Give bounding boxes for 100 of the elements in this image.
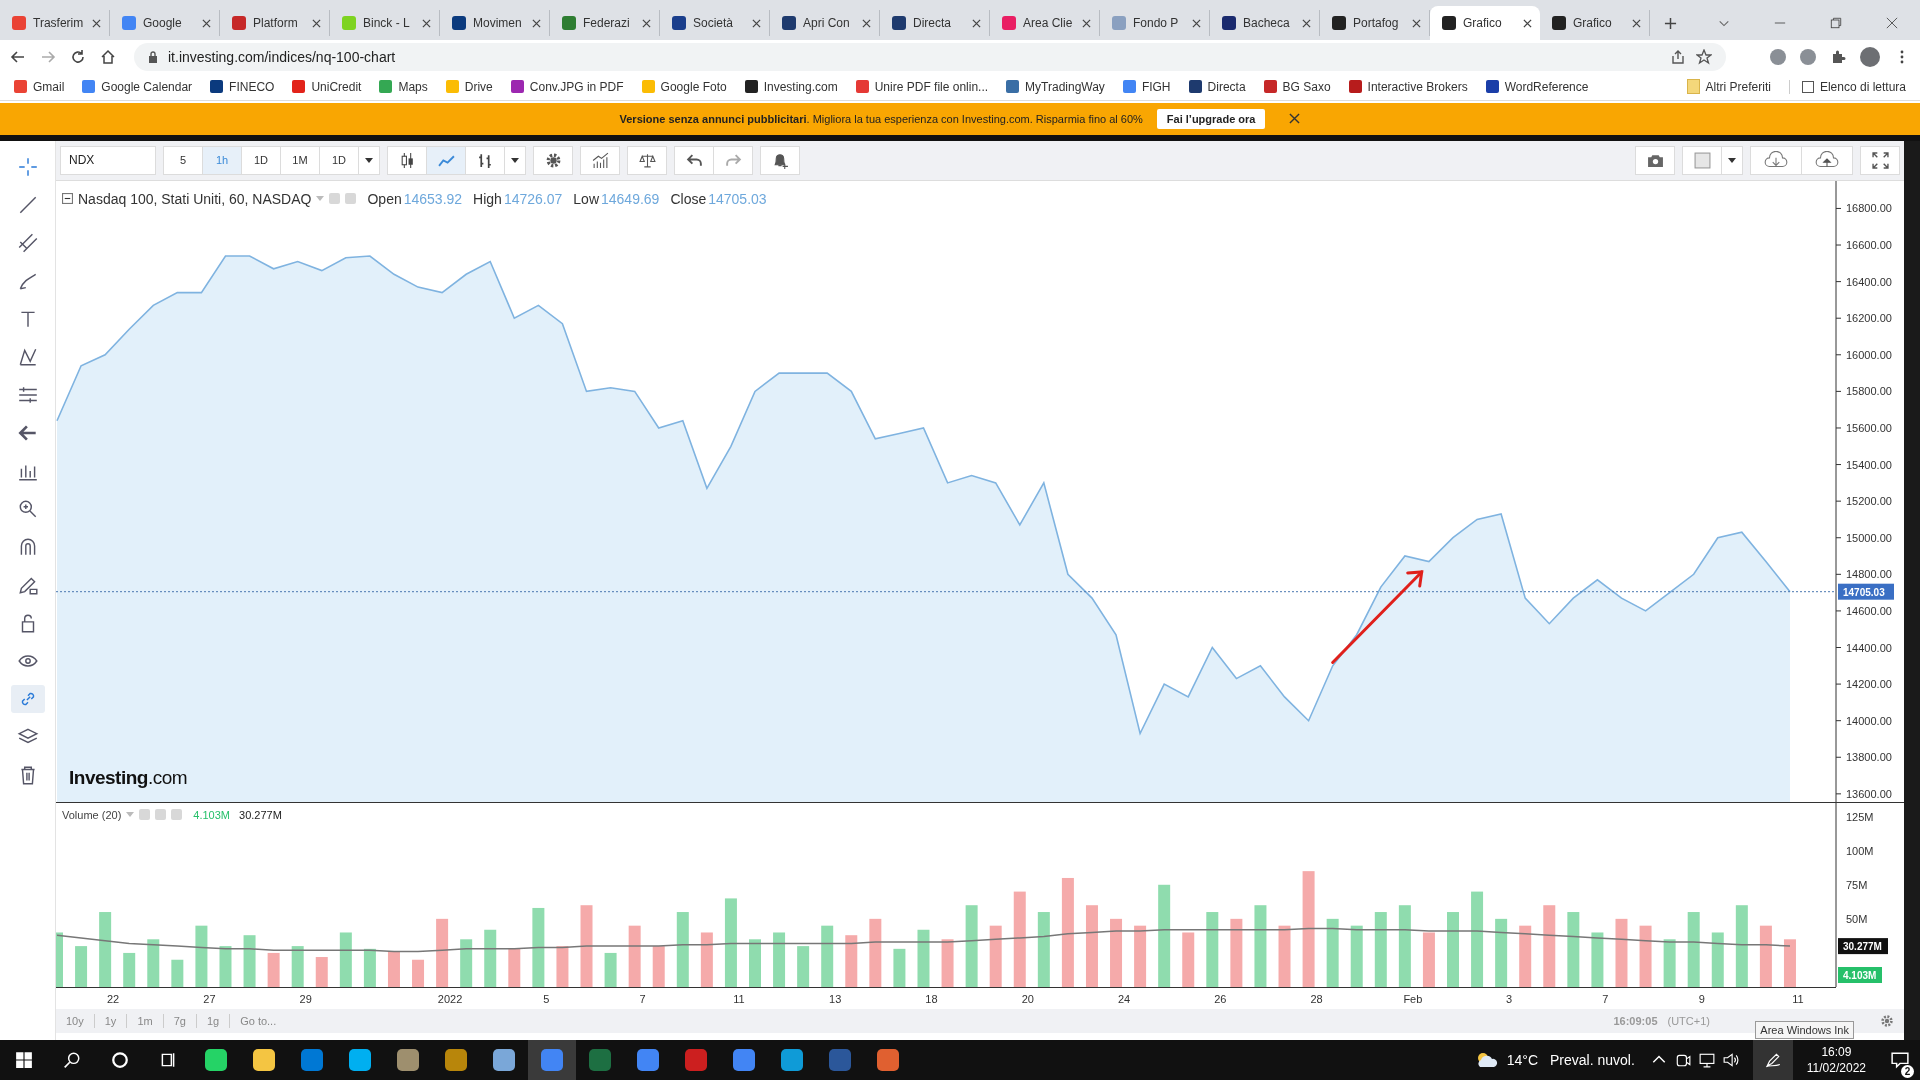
symbol-field[interactable]: NDX xyxy=(60,145,156,175)
reading-list[interactable]: Elenco di lettura xyxy=(1788,79,1906,94)
screenshot-button[interactable] xyxy=(1635,145,1675,175)
fullscreen-button[interactable] xyxy=(1860,145,1900,175)
bookmark[interactable]: Directa xyxy=(1188,79,1246,94)
axis-label: 14000.00 xyxy=(1846,714,1892,727)
notification-icon[interactable] xyxy=(1891,1051,1909,1069)
bookmark[interactable]: Gmail xyxy=(14,79,65,94)
app-icon[interactable] xyxy=(493,1049,515,1071)
address-bar[interactable]: it.investing.com/indices/nq-100-chart xyxy=(134,43,1726,71)
app-icon[interactable] xyxy=(733,1049,755,1071)
app-icon[interactable] xyxy=(445,1049,467,1071)
restore-icon[interactable] xyxy=(1830,17,1842,29)
browser-tab[interactable]: Bacheca xyxy=(1210,10,1320,36)
date-label: 29 xyxy=(299,992,312,1005)
volume-title[interactable]: Volume (20) xyxy=(62,808,122,821)
browser-tab[interactable]: Directa xyxy=(880,10,990,36)
extension-icon[interactable] xyxy=(1770,49,1786,65)
bookmark[interactable]: FIGH xyxy=(1122,79,1171,94)
dropdown-button[interactable] xyxy=(358,145,380,175)
bookmark[interactable]: Investing.com xyxy=(744,79,838,94)
interval-button[interactable]: 1D xyxy=(241,145,281,175)
browser-tab[interactable]: Società xyxy=(660,10,770,36)
bookmark[interactable]: MyTradingWay xyxy=(1006,79,1105,94)
new-tab-icon[interactable] xyxy=(1664,17,1677,30)
back-icon[interactable] xyxy=(10,49,26,65)
legend-title[interactable]: Nasdaq 100, Stati Uniti, 60, NASDAQ xyxy=(78,190,312,207)
browser-tab[interactable]: Federazi xyxy=(550,10,660,36)
app-icon[interactable] xyxy=(877,1049,899,1071)
save-button[interactable] xyxy=(1801,145,1853,175)
browser-tab[interactable]: Google xyxy=(110,10,220,36)
reload-icon[interactable] xyxy=(70,49,86,65)
candles-button[interactable] xyxy=(387,145,427,175)
app-icon[interactable] xyxy=(637,1049,659,1071)
undo-button[interactable] xyxy=(674,145,714,175)
temperature: 14°C xyxy=(1506,1052,1538,1068)
indicators-button[interactable] xyxy=(580,145,620,175)
star-icon[interactable] xyxy=(1696,49,1712,65)
date-label: 13 xyxy=(829,992,842,1005)
tab-title: Movimen xyxy=(473,16,523,30)
browser-tab[interactable]: Trasferim xyxy=(0,10,110,36)
bookmark[interactable]: WordReference xyxy=(1485,79,1589,94)
bookmark[interactable]: UniCredit xyxy=(292,79,362,94)
browser-tab[interactable]: Grafico xyxy=(1430,6,1540,40)
tab-title: Binck - L xyxy=(363,16,411,30)
axis-label: 16600.00 xyxy=(1846,238,1892,251)
extension-icon[interactable] xyxy=(1800,49,1816,65)
network-icon[interactable] xyxy=(1698,1052,1715,1068)
browser-tab[interactable]: Grafico xyxy=(1540,10,1650,36)
interval-button[interactable]: 5 xyxy=(163,145,203,175)
app-icon[interactable] xyxy=(205,1049,227,1071)
browser-tab[interactable]: Portafog xyxy=(1320,10,1430,36)
axis-label: 14800.00 xyxy=(1846,568,1892,581)
browser-tab[interactable]: Apri Con xyxy=(770,10,880,36)
parallel-icon[interactable] xyxy=(16,231,39,254)
bookmark[interactable]: Unire PDF file onlin... xyxy=(855,79,989,94)
axis-label: 14600.00 xyxy=(1846,604,1892,617)
bookmark[interactable]: BG Saxo xyxy=(1263,79,1331,94)
legend-value: 14653.92 xyxy=(403,190,463,207)
bookmark[interactable]: Interactive Brokers xyxy=(1348,79,1468,94)
app-icon[interactable] xyxy=(253,1049,275,1071)
settings-button[interactable] xyxy=(533,145,573,175)
puzzle-icon[interactable] xyxy=(1830,49,1846,65)
interval-button[interactable]: 1D xyxy=(319,145,359,175)
browser-tab[interactable]: Fondo P xyxy=(1100,10,1210,36)
home-icon[interactable] xyxy=(100,49,116,65)
timezone: (UTC+1) xyxy=(1667,1014,1710,1027)
app-icon[interactable] xyxy=(349,1049,371,1071)
collapse-icon[interactable] xyxy=(62,193,73,205)
bookmark[interactable]: Google Foto xyxy=(641,79,727,94)
browser-tab[interactable]: Area Clie xyxy=(990,10,1100,36)
bookmark[interactable]: Google Calendar xyxy=(82,79,193,94)
avatar[interactable] xyxy=(1860,47,1880,67)
dropdown-button[interactable] xyxy=(1721,145,1743,175)
browser-tab[interactable]: Binck - L xyxy=(330,10,440,36)
bars-button[interactable] xyxy=(465,145,505,175)
crosshair-icon[interactable] xyxy=(16,155,39,178)
tab-title: Grafico xyxy=(1573,16,1613,30)
date-label: 24 xyxy=(1117,992,1131,1005)
tab-title: Fondo P xyxy=(1133,16,1180,30)
meet-icon[interactable] xyxy=(1674,1052,1691,1068)
share-icon[interactable] xyxy=(1670,49,1686,65)
bookmark[interactable]: Maps xyxy=(379,79,428,94)
square-icon xyxy=(1693,151,1711,169)
browser-tab[interactable]: Movimen xyxy=(440,10,550,36)
pen-icon[interactable] xyxy=(1764,1052,1781,1068)
browser-tab[interactable]: Platform xyxy=(220,10,330,36)
alert-button[interactable] xyxy=(760,145,800,175)
bookmark-folder[interactable]: Altri Preferiti xyxy=(1686,79,1771,95)
compare-button[interactable] xyxy=(627,145,667,175)
upgrade-button[interactable]: Fai l’upgrade ora xyxy=(1156,108,1266,129)
app-icon[interactable] xyxy=(781,1049,803,1071)
speaker-icon[interactable] xyxy=(1722,1052,1739,1068)
bookmark[interactable]: FINECO xyxy=(210,79,275,94)
bookmark[interactable]: Conv.JPG in PDF xyxy=(510,79,624,94)
interval-button[interactable]: 1M xyxy=(280,145,320,175)
load-button[interactable] xyxy=(1750,145,1802,175)
dropdown-button[interactable] xyxy=(504,145,526,175)
bookmark[interactable]: Drive xyxy=(445,79,493,94)
app-icon[interactable] xyxy=(397,1049,419,1071)
